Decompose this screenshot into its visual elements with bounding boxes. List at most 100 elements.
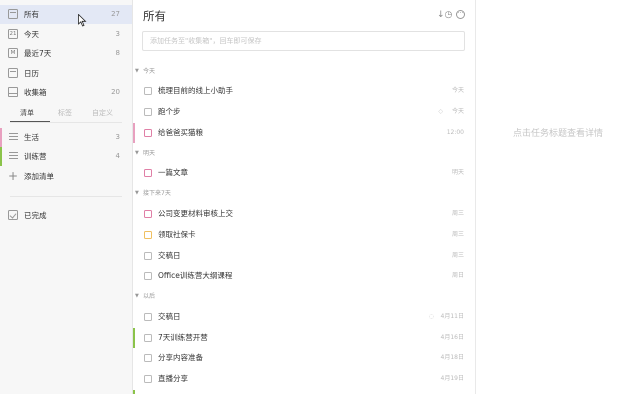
sidebar-item-all[interactable]: 所有 27 [0, 5, 132, 24]
calendar-week-icon: M [8, 48, 18, 58]
task-title[interactable]: 一篇文章 [158, 163, 188, 183]
section-label: 接下来7天 [143, 190, 171, 197]
app-window: 所有 27 21 今天 3 M 最近7天 8 日历 收集箱 20 清单 标签 自… [0, 0, 640, 394]
calendar-month-icon [8, 68, 18, 78]
tab-custom[interactable]: 自定义 [92, 104, 113, 122]
sidebar-item-life[interactable]: 生活 3 [0, 128, 132, 147]
add-list-button[interactable]: + 添加清单 [0, 167, 132, 186]
task-date: 4月18日 [440, 354, 464, 361]
collapse-arrow-icon: ▼ [135, 150, 139, 156]
task-date: 今天 [451, 87, 464, 94]
section-label: 明天 [143, 150, 156, 157]
task-checkbox[interactable] [144, 108, 152, 116]
task-row[interactable]: Office训练营大纲课程 周日 [133, 266, 476, 286]
sidebar-item-completed[interactable]: 已完成 [0, 206, 132, 225]
task-row[interactable]: 给爸爸买猫粮 12:00 [133, 123, 476, 143]
sidebar-item-label: 训练营 [24, 152, 47, 161]
add-task-input[interactable] [142, 31, 465, 51]
task-checkbox[interactable] [144, 375, 152, 383]
task-row[interactable]: 一篇文章 明天 [133, 163, 476, 183]
task-row[interactable]: 交稿日 ◌ 4月11日 [133, 307, 476, 327]
sidebar-item-count: 20 [111, 88, 120, 96]
task-date: 4月11日 [440, 313, 464, 320]
task-row[interactable]: 公司变更材料审核上交 周三 [133, 204, 476, 224]
sidebar-item-label: 收集箱 [24, 88, 47, 97]
section-header-today[interactable]: ▼ 今天 [133, 66, 476, 78]
task-title[interactable]: 领取社保卡 [158, 225, 196, 245]
sidebar-item-next-7-days[interactable]: M 最近7天 8 [0, 44, 132, 63]
task-title[interactable]: 跑个步 [158, 102, 181, 122]
section-header-tomorrow[interactable]: ▼ 明天 [133, 148, 476, 160]
list-color-bar [133, 123, 135, 143]
add-list-label: 添加清单 [24, 172, 54, 181]
sidebar-item-calendar[interactable]: 日历 [0, 64, 132, 83]
task-title[interactable]: 直播分享 [158, 369, 188, 389]
sidebar-item-label: 生活 [24, 133, 39, 142]
sidebar-tabs: 清单 标签 自定义 [0, 104, 132, 122]
sidebar: 所有 27 21 今天 3 M 最近7天 8 日历 收集箱 20 清单 标签 自… [0, 0, 133, 394]
divider [10, 122, 122, 123]
task-date: 周三 [451, 210, 464, 217]
task-checkbox[interactable] [144, 169, 152, 177]
detail-empty-hint: 点击任务标题查看详情 [512, 129, 603, 139]
divider [10, 196, 122, 197]
task-date: 周日 [451, 272, 464, 279]
task-row[interactable]: 梳理目前的线上小助手 今天 [133, 81, 476, 101]
task-checkbox[interactable] [144, 210, 152, 218]
task-checkbox[interactable] [144, 354, 152, 362]
sidebar-item-label: 已完成 [24, 211, 47, 220]
task-title[interactable]: 分享内容准备 [158, 348, 203, 368]
list-color-bar [0, 128, 2, 147]
sidebar-item-training-camp[interactable]: 训练营 4 [0, 147, 132, 166]
task-row[interactable]: 交稿日 周三 [133, 246, 476, 266]
sort-icon[interactable]: ↓◷ [437, 10, 452, 20]
sidebar-item-label: 所有 [24, 10, 39, 19]
task-checkbox[interactable] [144, 252, 152, 260]
task-row[interactable]: 领取社保卡 周三 [133, 225, 476, 245]
repeat-icon: ◇ [438, 108, 443, 115]
task-date: 今天 [451, 108, 464, 115]
task-title[interactable]: Office训练营大纲课程 [158, 266, 232, 286]
section-header-next-7-days[interactable]: ▼ 接下来7天 [133, 188, 476, 200]
task-checkbox[interactable] [144, 231, 152, 239]
task-date: 明天 [451, 169, 464, 176]
task-checkbox[interactable] [144, 129, 152, 137]
task-checkbox[interactable] [144, 313, 152, 321]
task-title[interactable]: 给爸爸买猫粮 [158, 123, 203, 143]
list-icon [9, 133, 18, 141]
list-color-bar [0, 147, 2, 166]
collapse-arrow-icon: ▼ [135, 68, 139, 74]
sidebar-item-count: 4 [115, 152, 120, 160]
calendar-icon [8, 9, 18, 19]
task-checkbox[interactable] [144, 334, 152, 342]
task-title[interactable]: 梳理目前的线上小助手 [158, 81, 233, 101]
task-row[interactable]: 直播分享 4月19日 [133, 369, 476, 389]
sidebar-item-today[interactable]: 21 今天 3 [0, 25, 132, 44]
list-color-bar [133, 390, 135, 394]
inbox-icon [8, 87, 18, 97]
list-color-bar [133, 328, 135, 348]
section-label: 今天 [143, 68, 156, 75]
sidebar-item-inbox[interactable]: 收集箱 20 [0, 83, 132, 102]
task-row[interactable]: 跑个步 ◇ 今天 [133, 102, 476, 122]
task-checkbox[interactable] [144, 87, 152, 95]
task-title[interactable]: 7天训练营开营 [158, 328, 208, 348]
tab-tags[interactable]: 标签 [58, 104, 72, 122]
calendar-today-icon: 21 [8, 29, 18, 39]
sidebar-item-label: 日历 [24, 69, 39, 78]
clock-icon: ◌ [428, 313, 434, 320]
checkbox-icon [8, 210, 18, 220]
tab-lists[interactable]: 清单 [20, 104, 34, 122]
section-header-later[interactable]: ▼ 以后 [133, 291, 476, 303]
mouse-cursor-icon [78, 14, 87, 27]
task-title[interactable]: 公司变更材料审核上交 [158, 204, 233, 224]
task-checkbox[interactable] [144, 272, 152, 280]
task-row[interactable]: 7天训练营开营 4月16日 [133, 328, 476, 348]
sidebar-item-count: 3 [115, 30, 120, 38]
more-icon[interactable]: ··· [456, 10, 465, 19]
task-date: 4月16日 [440, 334, 464, 341]
task-title[interactable]: 交稿日 [158, 307, 181, 327]
task-list-panel: 所有 ↓◷ ··· ▼ 今天 梳理目前的线上小助手 今天 跑个步 ◇ 今天 给爸… [133, 0, 476, 394]
task-row[interactable]: 分享内容准备 4月18日 [133, 348, 476, 368]
task-title[interactable]: 交稿日 [158, 246, 181, 266]
